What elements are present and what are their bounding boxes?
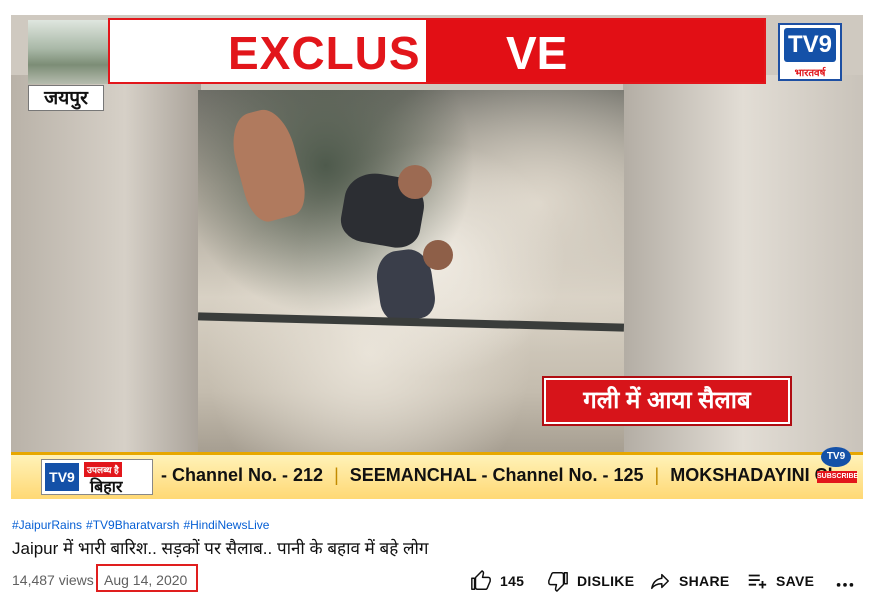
person-figure-head bbox=[398, 165, 432, 199]
ticker-separator: | bbox=[654, 465, 660, 485]
hashtag-link[interactable]: #JaipurRains bbox=[12, 518, 82, 532]
logo-mark: TV9 bbox=[784, 28, 836, 62]
person-figure-head bbox=[423, 240, 453, 270]
subscribe-badge: TV9 bbox=[821, 447, 851, 467]
exclusive-text: EXCLUS bbox=[228, 27, 421, 79]
more-horizontal-icon bbox=[836, 583, 854, 587]
headline-caption: गली में आया सैलाब bbox=[544, 378, 790, 424]
ticker-text: - Channel No. - 212 | SEEMANCHAL - Chann… bbox=[161, 465, 839, 486]
save-button[interactable]: SAVE bbox=[746, 569, 814, 593]
ticker-logo-mark: TV9 bbox=[45, 463, 79, 491]
ticker-state: बिहार bbox=[90, 479, 123, 496]
view-count: 14,487 views bbox=[12, 572, 94, 588]
video-title: Jaipur में भारी बारिश.. सड़कों पर सैलाब.… bbox=[12, 539, 429, 558]
share-arrow-icon bbox=[651, 573, 669, 590]
save-label: SAVE bbox=[776, 573, 815, 589]
dislike-button[interactable]: DISLIKE bbox=[547, 569, 634, 593]
thumbs-up-icon bbox=[471, 570, 491, 590]
subscribe-icon: TV9 SUBSCRIBE bbox=[817, 447, 858, 491]
location-thumbnail bbox=[28, 20, 110, 84]
hashtag-link[interactable]: #TV9Bharatvarsh bbox=[86, 518, 179, 532]
exclusive-wipe: VE bbox=[426, 20, 764, 82]
ticker-separator: | bbox=[334, 465, 339, 485]
exclusive-wipe-text: VE bbox=[506, 27, 568, 79]
ticker-item-label: - Channel No. - bbox=[161, 465, 288, 485]
like-count: 145 bbox=[500, 573, 525, 589]
ticker-item-label: MOKSHADAYINI Ch bbox=[670, 465, 839, 485]
video-player[interactable]: जयपुर EXCLUS VE TV9 भारतवर्ष गली में आया… bbox=[11, 15, 863, 499]
news-ticker: TV9 उपलब्ध है बिहार - Channel No. - 212 … bbox=[11, 447, 863, 499]
subscribe-label: SUBSCRIBE bbox=[817, 471, 858, 483]
more-actions-button[interactable] bbox=[834, 571, 864, 595]
video-background-left bbox=[11, 75, 201, 467]
exclusive-banner: EXCLUS VE bbox=[108, 18, 766, 84]
ticker-logo: TV9 उपलब्ध है बिहार bbox=[41, 459, 153, 496]
ticker-item-number: 125 bbox=[613, 465, 644, 485]
channel-logo: TV9 भारतवर्ष bbox=[778, 23, 842, 81]
location-label: जयपुर bbox=[28, 85, 104, 111]
hashtags: #JaipurRains #TV9Bharatvarsh #HindiNewsLiv… bbox=[12, 518, 273, 532]
hashtag-link[interactable]: #HindiNewsLive bbox=[183, 518, 269, 532]
like-button[interactable]: 145 bbox=[470, 569, 524, 593]
ticker-item-label: SEEMANCHAL - Channel No. - bbox=[349, 465, 609, 485]
ticker-item-number: 212 bbox=[293, 465, 324, 485]
upload-date: Aug 14, 2020 bbox=[104, 572, 188, 588]
playlist-add-icon bbox=[748, 574, 767, 589]
logo-subtitle: भारतवर्ष bbox=[794, 68, 826, 79]
share-label: SHARE bbox=[679, 573, 730, 589]
share-button[interactable]: SHARE bbox=[649, 569, 730, 593]
person-figure bbox=[224, 104, 312, 226]
dislike-label: DISLIKE bbox=[577, 573, 635, 589]
thumbs-down-icon bbox=[548, 572, 568, 592]
